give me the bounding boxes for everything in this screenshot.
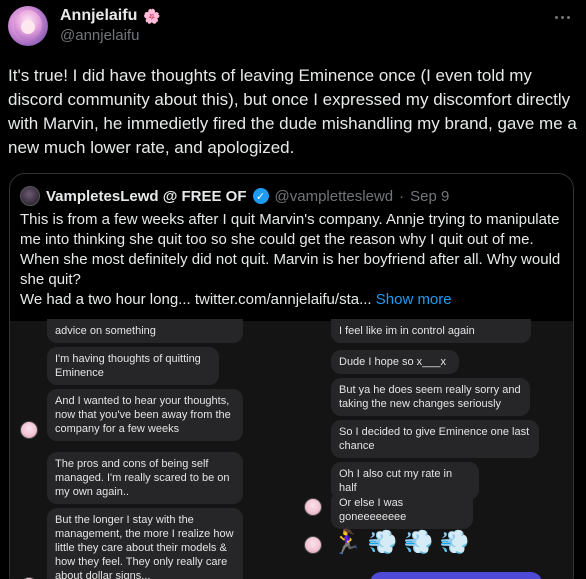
tweet-text: It's true! I did have thoughts of leavin…	[8, 66, 577, 157]
chat-bubble-right: Dude I hope so x___x	[331, 350, 459, 374]
quoted-text-line-1: This is from a few weeks after I quit Ma…	[20, 211, 561, 288]
quoted-author-display-name[interactable]: VampletesLewd @ FREE OF	[46, 188, 247, 205]
chat-bubble-right: But ya he does seem really sorry and tak…	[331, 378, 530, 416]
avatar-face	[21, 20, 35, 34]
more-options-icon[interactable]	[550, 10, 574, 24]
show-more-link[interactable]: Show more	[376, 291, 452, 308]
header-separator: ·	[399, 187, 405, 205]
quoted-tweet[interactable]: VampletesLewd @ FREE OF ✓ @vampletteslew…	[9, 173, 574, 579]
cherry-blossom-icon: 🌸	[143, 7, 161, 24]
dash-icon: 💨	[439, 529, 470, 556]
chat-avatar	[304, 536, 322, 554]
chat-bubble-left: I'm having thoughts of quitting Eminence	[47, 347, 219, 385]
quoted-tweet-header: VampletesLewd @ FREE OF ✓ @vampletteslew…	[20, 186, 449, 206]
dash-icon: 💨	[367, 529, 398, 556]
author-avatar[interactable]	[8, 6, 48, 46]
author-name-row: Annjelaifu 🌸	[60, 7, 161, 25]
chat-bubble-left: But the longer I stay with the managemen…	[47, 508, 243, 579]
quoted-text-line-2: We had a two hour long... twitter.com/an…	[20, 290, 565, 310]
chat-bubble-right: I feel like im in control again	[331, 319, 531, 343]
chat-bubble-left: advice on something	[47, 319, 243, 343]
chat-screenshot-image[interactable]: advice on something I'm having thoughts …	[10, 319, 573, 579]
dash-icon: 💨	[403, 529, 434, 556]
chat-bubble-left: And I wanted to hear your thoughts, now …	[47, 389, 243, 441]
chat-avatar	[304, 498, 322, 516]
quoted-tweet-date[interactable]: Sep 9	[410, 188, 449, 205]
quoted-text-truncated: We had a two hour long... twitter.com/an…	[20, 291, 372, 308]
tweet: Annjelaifu 🌸 @annjelaifu It's true! I di…	[0, 0, 586, 579]
chat-avatar	[20, 421, 38, 439]
author-display-name[interactable]: Annjelaifu	[60, 7, 137, 25]
verified-badge-icon: ✓	[252, 188, 269, 204]
quoted-author-avatar[interactable]	[20, 186, 40, 206]
quoted-author-handle[interactable]: @vampletteslewd	[275, 188, 394, 205]
running-person-icon: 🏃‍♀️	[332, 529, 362, 556]
chat-emoji-row: 🏃‍♀️ 💨 💨 💨	[332, 529, 470, 557]
author-handle[interactable]: @annjelaifu	[60, 27, 139, 44]
chat-bubble-left: The pros and cons of being self managed.…	[47, 452, 243, 504]
chat-bubble-right: Or else I was goneeeeeeee	[331, 491, 473, 529]
quoted-tweet-text: This is from a few weeks after I quit Ma…	[20, 210, 565, 310]
chat-message-bar	[370, 572, 542, 579]
chat-bubble-right: So I decided to give Eminence one last c…	[331, 420, 539, 458]
